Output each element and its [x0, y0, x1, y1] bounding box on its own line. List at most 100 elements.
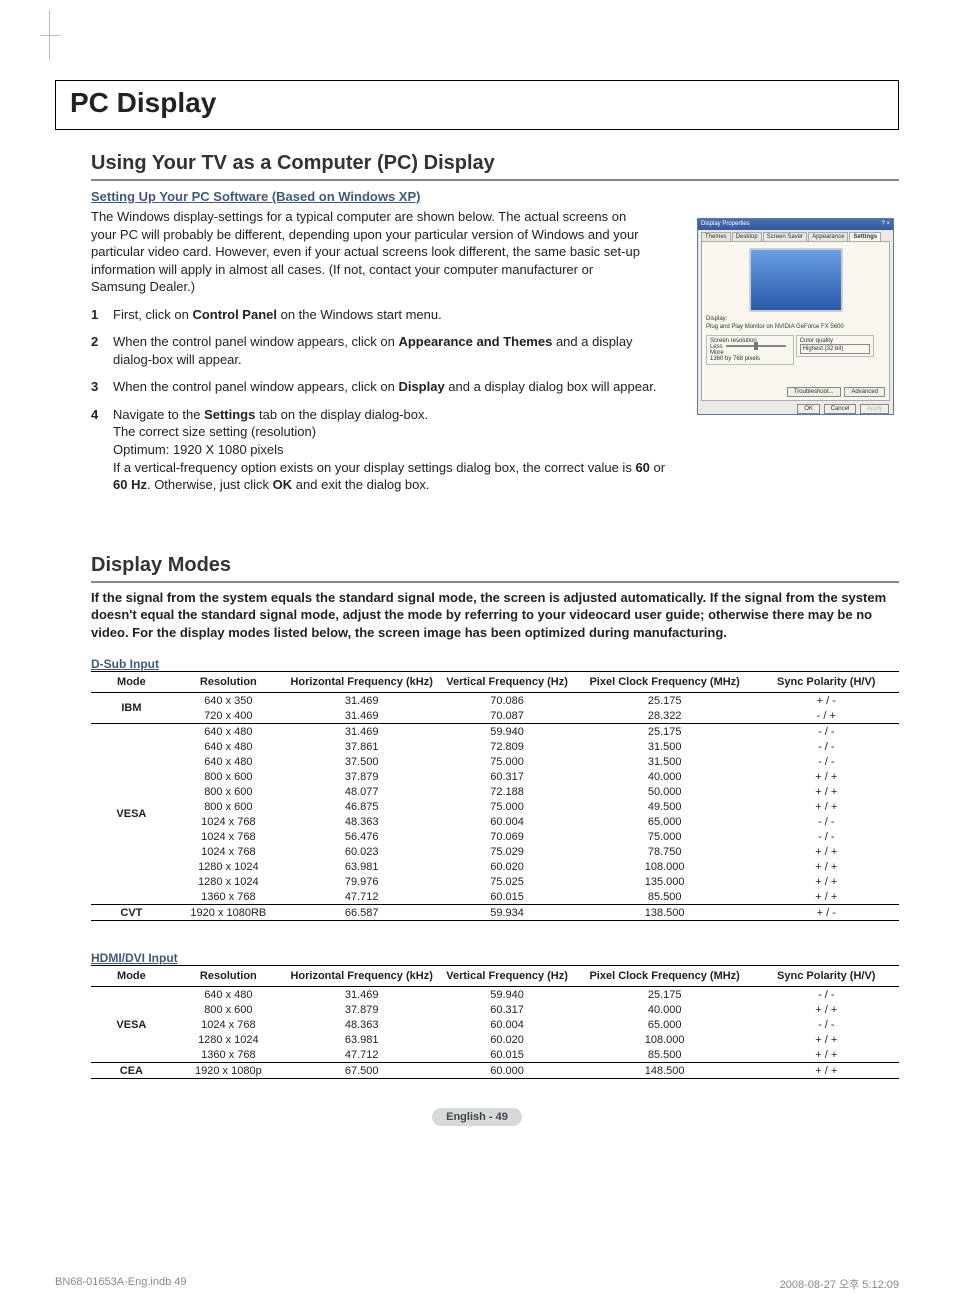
data-cell: 108.000 [576, 859, 754, 874]
data-cell: 85.500 [576, 889, 754, 905]
data-cell: + / + [754, 859, 899, 874]
data-cell: + / + [754, 1032, 899, 1047]
data-cell: 60.004 [438, 1017, 575, 1032]
data-cell: 800 x 600 [172, 799, 285, 814]
footer-date: 2008-08-27 오후 5:12:09 [780, 1276, 899, 1292]
color-quality-select[interactable]: Highest (32 bit) [800, 344, 870, 354]
col-mode: Mode [91, 966, 172, 987]
table-row: 640 x 48037.50075.00031.500- / - [91, 754, 899, 769]
data-cell: + / + [754, 1047, 899, 1063]
data-cell: 75.025 [438, 874, 575, 889]
data-cell: 78.750 [576, 844, 754, 859]
data-cell: 1360 x 768 [172, 889, 285, 905]
table-row: 1024 x 76848.36360.00465.000- / - [91, 1017, 899, 1032]
data-cell: 60.317 [438, 1002, 575, 1017]
mode-cell: VESA [91, 724, 172, 905]
subheading-setup: Setting Up Your PC Software (Based on Wi… [91, 189, 899, 204]
advanced-button[interactable]: Advanced [844, 387, 885, 397]
dp-tab-appearance[interactable]: Appearance [808, 232, 848, 241]
col-res: Resolution [172, 966, 285, 987]
data-cell: 56.476 [285, 829, 439, 844]
col-pclk: Pixel Clock Frequency (MHz) [576, 966, 754, 987]
table-row: 800 x 60037.87960.31740.000+ / + [91, 769, 899, 784]
hdmi-label: HDMI/DVI Input [91, 951, 899, 965]
data-cell: 59.940 [438, 724, 575, 740]
page-title-bar: PC Display [55, 80, 899, 130]
data-cell: 72.188 [438, 784, 575, 799]
data-cell: 46.875 [285, 799, 439, 814]
data-cell: 640 x 350 [172, 693, 285, 709]
mode-cell: IBM [91, 693, 172, 724]
data-cell: + / + [754, 1063, 899, 1079]
data-cell: 37.879 [285, 769, 439, 784]
data-cell: + / + [754, 769, 899, 784]
data-cell: 135.000 [576, 874, 754, 889]
troubleshoot-button[interactable]: Troubleshoot... [787, 387, 841, 397]
data-cell: 37.500 [285, 754, 439, 769]
apply-button[interactable]: Apply [860, 404, 889, 414]
dp-tab-themes[interactable]: Themes [701, 232, 731, 241]
data-cell: 49.500 [576, 799, 754, 814]
page-number: English - 49 [55, 1107, 899, 1126]
data-cell: 48.077 [285, 784, 439, 799]
table-row: 1280 x 102463.98160.020108.000+ / + [91, 859, 899, 874]
page-title: PC Display [70, 87, 884, 119]
mode-cell: CEA [91, 1063, 172, 1079]
table-row: 1024 x 76856.47670.06975.000- / - [91, 829, 899, 844]
data-cell: 63.981 [285, 859, 439, 874]
table-row: 800 x 60048.07772.18850.000+ / + [91, 784, 899, 799]
data-cell: + / - [754, 693, 899, 709]
data-cell: 1920 x 1080p [172, 1063, 285, 1079]
data-cell: 48.363 [285, 1017, 439, 1032]
data-cell: 1024 x 768 [172, 1017, 285, 1032]
dp-tab-desktop[interactable]: Desktop [732, 232, 762, 241]
data-cell: 63.981 [285, 1032, 439, 1047]
table-row: 1024 x 76860.02375.02978.750+ / + [91, 844, 899, 859]
dp-titlebar: Display Properties ? × [698, 219, 893, 230]
data-cell: 640 x 480 [172, 724, 285, 740]
dp-tab-settings[interactable]: Settings [849, 232, 881, 241]
col-vfreq: Vertical Frequency (Hz) [438, 966, 575, 987]
data-cell: 25.175 [576, 693, 754, 709]
resolution-slider[interactable] [726, 345, 786, 347]
col-hfreq: Horizontal Frequency (kHz) [285, 966, 439, 987]
col-sync: Sync Polarity (H/V) [754, 966, 899, 987]
data-cell: 70.087 [438, 708, 575, 724]
data-cell: + / + [754, 874, 899, 889]
table-row: VESA640 x 48031.46959.94025.175- / - [91, 724, 899, 740]
data-cell: 60.015 [438, 889, 575, 905]
data-cell: + / - [754, 905, 899, 921]
data-cell: 60.023 [285, 844, 439, 859]
hdmi-table: Mode Resolution Horizontal Frequency (kH… [91, 965, 899, 1079]
data-cell: 72.809 [438, 739, 575, 754]
data-cell: 40.000 [576, 1002, 754, 1017]
data-cell: 720 x 400 [172, 708, 285, 724]
data-cell: 31.469 [285, 708, 439, 724]
data-cell: 31.500 [576, 739, 754, 754]
data-cell: + / + [754, 799, 899, 814]
col-mode: Mode [91, 672, 172, 693]
dp-tab-screensaver[interactable]: Screen Saver [763, 232, 807, 241]
data-cell: 1920 x 1080RB [172, 905, 285, 921]
data-cell: 640 x 480 [172, 987, 285, 1003]
data-cell: 47.712 [285, 1047, 439, 1063]
ok-button[interactable]: OK [797, 404, 820, 414]
data-cell: 800 x 600 [172, 769, 285, 784]
section-heading-displaymodes: Display Modes [91, 554, 899, 583]
data-cell: 31.469 [285, 693, 439, 709]
step-2: 2 When the control panel window appears,… [91, 333, 671, 368]
data-cell: 75.000 [438, 799, 575, 814]
table-row: VESA640 x 48031.46959.94025.175- / - [91, 987, 899, 1003]
dsub-label: D-Sub Input [91, 657, 899, 671]
data-cell: 148.500 [576, 1063, 754, 1079]
cancel-button[interactable]: Cancel [824, 404, 857, 414]
data-cell: 85.500 [576, 1047, 754, 1063]
data-cell: 66.587 [285, 905, 439, 921]
data-cell: 59.934 [438, 905, 575, 921]
intro-paragraph: The Windows display-settings for a typic… [91, 208, 641, 296]
data-cell: 1024 x 768 [172, 829, 285, 844]
data-cell: 800 x 600 [172, 1002, 285, 1017]
data-cell: 1280 x 1024 [172, 1032, 285, 1047]
data-cell: 79.976 [285, 874, 439, 889]
data-cell: 75.000 [576, 829, 754, 844]
